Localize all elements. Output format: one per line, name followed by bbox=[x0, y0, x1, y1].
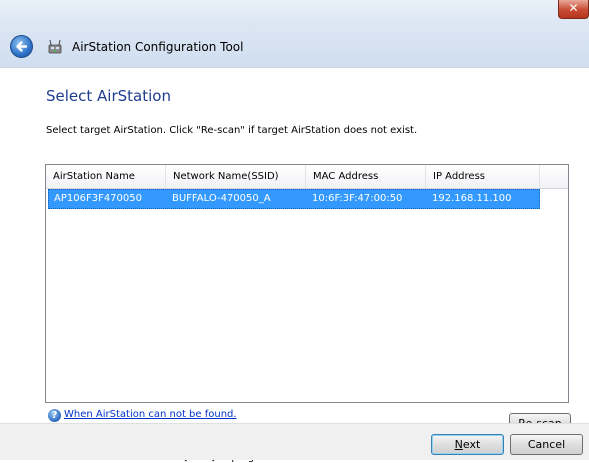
airstation-list[interactable]: AirStation Name Network Name(SSID) MAC A… bbox=[45, 164, 569, 403]
next-button[interactable]: Next bbox=[431, 434, 504, 455]
back-button[interactable] bbox=[10, 35, 33, 58]
close-button[interactable]: ✕ bbox=[558, 0, 589, 19]
cell-ip-address: 192.168.11.100 bbox=[432, 193, 512, 204]
column-header-ip-address[interactable]: IP Address bbox=[426, 165, 540, 188]
help-link[interactable]: When AirStation can not be found. bbox=[64, 409, 237, 420]
content-area: Select AirStation Select target AirStati… bbox=[0, 68, 589, 463]
next-accelerator: N bbox=[454, 438, 463, 451]
column-header-mac-address[interactable]: MAC Address bbox=[306, 165, 426, 188]
window-title: AirStation Configuration Tool bbox=[72, 40, 244, 54]
table-row[interactable]: AP106F3F470050 BUFFALO-470050_A 10:6F:3F… bbox=[48, 189, 540, 209]
next-label: ext bbox=[462, 438, 481, 451]
back-arrow-icon bbox=[16, 41, 28, 52]
cell-mac-address: 10:6F:3F:47:00:50 bbox=[312, 193, 403, 204]
column-header-network-name[interactable]: Network Name(SSID) bbox=[166, 165, 306, 188]
list-header: AirStation Name Network Name(SSID) MAC A… bbox=[46, 165, 568, 189]
column-header-airstation-name[interactable]: AirStation Name bbox=[46, 165, 166, 188]
page-title: Select AirStation bbox=[46, 87, 171, 105]
airstation-app-icon bbox=[48, 39, 62, 54]
cancel-button[interactable]: Cancel bbox=[510, 434, 583, 455]
instruction-text: Select target AirStation. Click "Re-scan… bbox=[46, 125, 418, 136]
title-bar: ✕ AirStation Configuration Tool bbox=[0, 0, 589, 68]
help-question-icon[interactable]: ? bbox=[48, 409, 61, 422]
cell-network-name: BUFFALO-470050_A bbox=[172, 193, 271, 204]
cell-airstation-name: AP106F3F470050 bbox=[54, 193, 142, 204]
